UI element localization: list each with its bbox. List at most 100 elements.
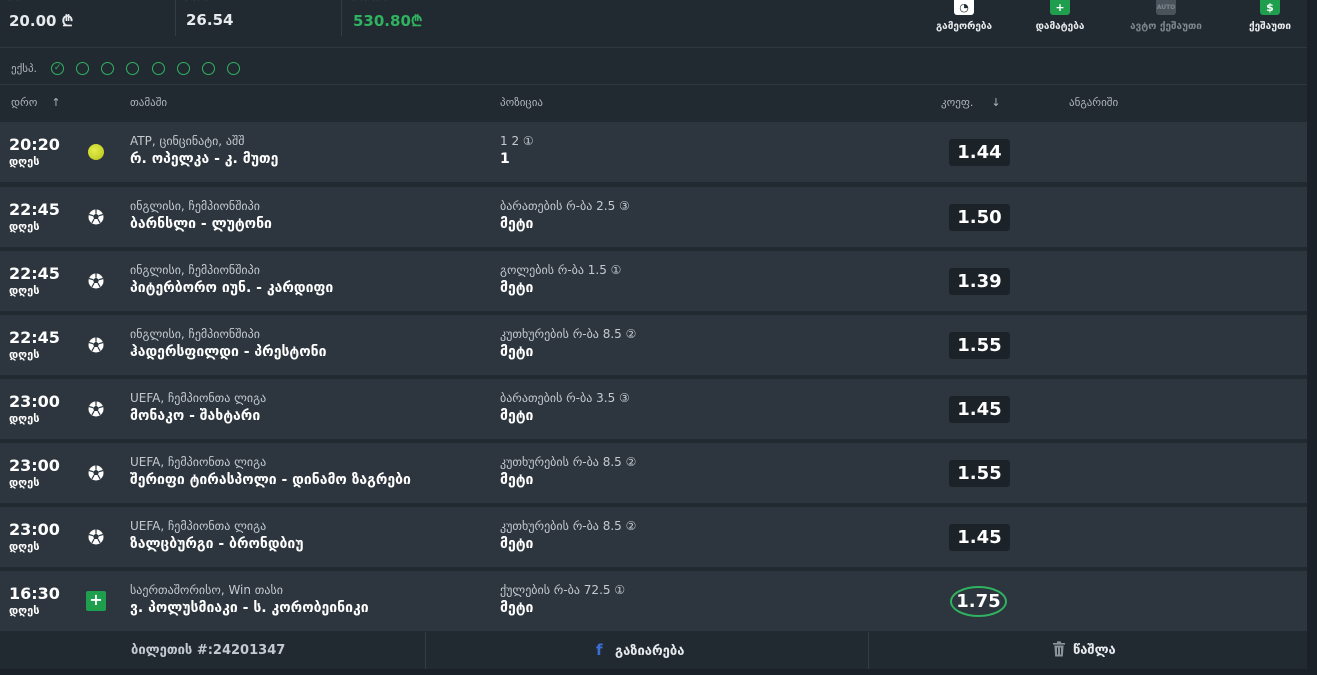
market-name: კუთხურების რ-ბა 8.5 ② xyxy=(500,519,637,533)
table-row[interactable]: 22:45 დღეს ინგლისი, ჩემპიონშიპი პიტერბორ… xyxy=(0,251,1307,311)
table-row[interactable]: 23:00 დღეს UEFA, ჩემპიონთა ლიგა შერიფი ტ… xyxy=(0,443,1307,503)
scroll-gutter xyxy=(1307,0,1317,675)
league-name: ინგლისი, ჩემპიონშიპი xyxy=(130,327,260,341)
match-teams[interactable]: ზალცბურგი - ბრონდბიუ xyxy=(130,536,304,552)
event-day: დღეს xyxy=(9,412,40,425)
event-day: დღეს xyxy=(9,348,40,361)
potential-win-value: 530.80₾ xyxy=(353,12,423,30)
event-time: 16:30 xyxy=(9,584,60,603)
odds-value: 1.50 xyxy=(949,204,1010,231)
event-day: დღეს xyxy=(9,220,40,233)
match-teams[interactable]: რ. ოპელკა - კ. მუთე xyxy=(130,151,278,167)
event-time: 20:20 xyxy=(9,135,60,154)
market-name: კუთხურების რ-ბა 8.5 ② xyxy=(500,327,637,341)
match-teams[interactable]: ბარნსლი - ლუტონი xyxy=(130,216,272,232)
soccer-ball-icon xyxy=(88,273,104,289)
selection: 1 xyxy=(500,151,510,167)
total-odds-value: 26.54 xyxy=(186,11,234,29)
table-row[interactable]: 22:45 დღეს ინგლისი, ჩემპიონშიპი ჰადერსფი… xyxy=(0,315,1307,375)
table-row[interactable]: 16:30 დღეს + საერთაშორისო, Win თასი ვ. პ… xyxy=(0,571,1307,631)
header-game: თამაში xyxy=(130,96,168,109)
league-name: UEFA, ჩემპიონთა ლიგა xyxy=(130,391,267,405)
league-name: ATP, ცინცინატი, აშშ xyxy=(130,134,245,148)
empty-circle-icon xyxy=(176,62,190,75)
odds-value: 1.44 xyxy=(949,139,1010,166)
match-teams[interactable]: პიტერბორო იუნ. - კარდიფი xyxy=(130,280,333,296)
ticket-footer: ბილეთის #:24201347 f გაზიარება წაშლა xyxy=(0,632,1307,669)
selection: მეტი xyxy=(500,344,534,360)
empty-circle-icon xyxy=(201,62,215,75)
event-time: 22:45 xyxy=(9,200,60,219)
table-row[interactable]: 22:45 დღეს ინგლისი, ჩემპიონშიპი ბარნსლი … xyxy=(0,187,1307,247)
delete-button[interactable]: წაშლა xyxy=(1052,632,1116,669)
auto-cashout-button[interactable]: AUTO ავტო ქეშაუთი xyxy=(1120,0,1212,32)
soccer-ball-icon xyxy=(88,529,104,545)
league-name: UEFA, ჩემპიონთა ლიგა xyxy=(130,519,267,533)
sort-up-icon: ↑ xyxy=(51,96,61,109)
table-row[interactable]: 20:20 დღეს ATP, ცინცინატი, აშშ რ. ოპელკა… xyxy=(0,122,1307,182)
sort-down-icon: ↓ xyxy=(991,96,1001,109)
divider xyxy=(0,47,1307,48)
market-name: გოლების რ-ბა 1.5 ① xyxy=(500,263,622,277)
empty-circle-icon xyxy=(76,62,90,75)
cashout-button[interactable]: $ ქეშაუთი xyxy=(1242,0,1298,32)
divider xyxy=(868,632,869,669)
delete-label: წაშლა xyxy=(1073,643,1116,658)
add-button[interactable]: + დამატება xyxy=(1029,0,1091,32)
match-teams[interactable]: ვ. პოლუსმიაკი - ს. კორობეინიკი xyxy=(130,600,369,616)
empty-circle-icon xyxy=(226,62,240,75)
trash-icon xyxy=(1053,641,1065,657)
selection: მეტი xyxy=(500,536,534,552)
event-day: დღეს xyxy=(9,155,40,168)
event-time: 22:45 xyxy=(9,264,60,283)
check-circle-icon: ✓ xyxy=(51,62,65,75)
league-name: საერთაშორისო, Win თასი xyxy=(130,583,283,597)
cashout-label: ქეშაუთი xyxy=(1248,21,1292,32)
selection: მეტი xyxy=(500,600,534,616)
event-time: 22:45 xyxy=(9,328,60,347)
event-day: დღეს xyxy=(9,604,40,617)
selection: მეტი xyxy=(500,472,534,488)
divider xyxy=(425,632,426,669)
plus-sport-icon: + xyxy=(86,591,106,611)
odds-value: 1.55 xyxy=(949,460,1010,487)
share-label: გაზიარება xyxy=(615,644,685,659)
market-name: კუთხურების რ-ბა 8.5 ② xyxy=(500,455,637,469)
market-name: ბარათების რ-ბა 2.5 ③ xyxy=(500,199,630,213)
event-day: დღეს xyxy=(9,476,40,489)
express-indicator: ექსპ. ✓ xyxy=(11,58,240,75)
selection: მეტი xyxy=(500,408,534,424)
empty-circle-icon xyxy=(101,62,115,75)
league-name: ინგლისი, ჩემპიონშიპი xyxy=(130,263,260,277)
odds-value: 1.45 xyxy=(949,396,1010,423)
plus-icon: + xyxy=(1050,0,1070,15)
repeat-button[interactable]: ◔ გამეორება xyxy=(928,0,1000,32)
divider xyxy=(175,0,176,36)
share-button[interactable]: f გაზიარება xyxy=(596,632,684,669)
express-label: ექსპ. xyxy=(11,62,38,75)
event-day: დღეს xyxy=(9,284,40,297)
event-time: 23:00 xyxy=(9,520,60,539)
dollar-icon: $ xyxy=(1260,0,1280,15)
divider xyxy=(0,84,1307,85)
odds-value: 1.55 xyxy=(949,332,1010,359)
event-time: 23:00 xyxy=(9,392,60,411)
match-teams[interactable]: შერიფი ტირასპოლი - დინამო ზაგრები xyxy=(130,472,411,488)
header-date[interactable]: დრო ↑ xyxy=(11,96,61,109)
odds-value: 1.45 xyxy=(949,524,1010,551)
match-teams[interactable]: ჰადერსფილდი - პრესტონი xyxy=(130,344,326,360)
header-odds[interactable]: კოეფ. ↓ xyxy=(941,96,1001,109)
league-name: ინგლისი, ჩემპიონშიპი xyxy=(130,199,260,213)
header-position: პოზიცია xyxy=(500,96,543,109)
header-result: ანგარიში xyxy=(1069,96,1119,109)
table-row[interactable]: 23:00 დღეს UEFA, ჩემპიონთა ლიგა ზალცბურგ… xyxy=(0,507,1307,567)
divider xyxy=(341,0,342,36)
event-day: დღეს xyxy=(9,540,40,553)
match-teams[interactable]: მონაკო - შახტარი xyxy=(130,408,260,424)
tennis-ball-icon xyxy=(88,144,104,160)
table-row[interactable]: 23:00 დღეს UEFA, ჩემპიონთა ლიგა მონაკო -… xyxy=(0,379,1307,439)
ticket-number: ბილეთის #:24201347 xyxy=(131,643,286,658)
repeat-label: გამეორება xyxy=(935,21,993,32)
soccer-ball-icon xyxy=(88,337,104,353)
empty-circle-icon xyxy=(126,62,140,75)
